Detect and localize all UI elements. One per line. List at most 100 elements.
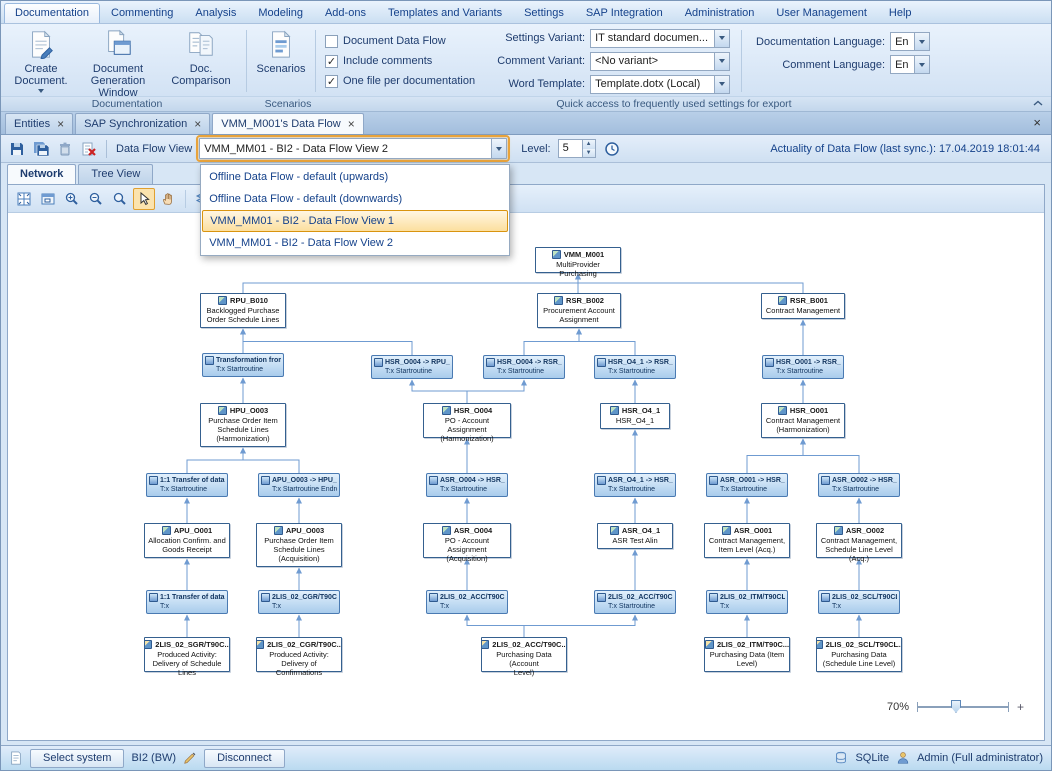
edit-connection-icon[interactable] [183, 751, 197, 765]
select-cursor-icon[interactable] [133, 188, 155, 210]
node-T2[interactable]: HSR_O004 -> RPU_B010T:x Startroutine [371, 355, 453, 379]
document-tab-sap-synchronization[interactable]: SAP Synchronization× [75, 113, 210, 134]
zoom-in-button[interactable]: + [1017, 700, 1024, 714]
ribbon-tab-commenting[interactable]: Commenting [100, 3, 184, 23]
save-all-icon[interactable] [30, 138, 52, 160]
node-T10[interactable]: ASR_O001 -> HSR_O001T:x Startroutine [706, 473, 788, 497]
document-tab-entities[interactable]: Entities× [5, 113, 73, 134]
close-document-icon[interactable]: × [1029, 115, 1045, 134]
node-DS_CGR[interactable]: 2LIS_02_CGR/T90C...Produced Activity:Del… [256, 637, 342, 672]
zoom-in-icon[interactable] [61, 188, 83, 210]
chevron-down-icon[interactable] [914, 33, 929, 50]
node-HSR_O001[interactable]: HSR_O001Contract Management(Harmonizatio… [761, 403, 845, 438]
zoom-slider[interactable] [917, 706, 1009, 708]
select-system-button[interactable]: Select system [30, 749, 124, 768]
node-RPU_B010[interactable]: RPU_B010Backlogged PurchaseOrder Schedul… [200, 293, 286, 328]
node-DS_ACC[interactable]: 2LIS_02_ACC/T90C...Purchasing Data (Acco… [481, 637, 567, 672]
close-tab-icon[interactable]: × [57, 119, 64, 129]
dropdown-item-offline-data-flow-default-downwards[interactable]: Offline Data Flow - default (downwards) [202, 188, 508, 210]
dropdown-item-offline-data-flow-default-upwards[interactable]: Offline Data Flow - default (upwards) [202, 166, 508, 188]
data-flow-view-combo[interactable]: VMM_MM01 - BI2 - Data Flow View 2 [199, 138, 507, 159]
doc-comparison-button[interactable]: Doc. Comparison [159, 26, 243, 90]
node-T6[interactable]: 1:1 Transfer of data from APU...T:x Star… [146, 473, 228, 497]
ribbon-tab-analysis[interactable]: Analysis [184, 3, 247, 23]
checkbox-one-file-per-documentation[interactable]: ✓One file per documentation [325, 75, 475, 88]
ribbon-tab-settings[interactable]: Settings [513, 3, 575, 23]
node-APU_O001[interactable]: APU_O001Allocation Confirm. andGoods Rec… [144, 523, 230, 558]
node-T8[interactable]: ASR_O004 -> HSR_O004T:x Startroutine [426, 473, 508, 497]
fit-to-window-icon[interactable] [13, 188, 35, 210]
dropdown-item-vmm-mm01-bi2-data-flow-view-2[interactable]: VMM_MM01 - BI2 - Data Flow View 2 [202, 232, 508, 254]
remove-view-icon[interactable] [78, 138, 100, 160]
document-generation-window-button[interactable]: Document Generation Window [77, 26, 159, 102]
node-T11[interactable]: ASR_O002 -> HSR_O001T:x Startroutine [818, 473, 900, 497]
ribbon-tab-help[interactable]: Help [878, 3, 923, 23]
ribbon-tab-sap-integration[interactable]: SAP Integration [575, 3, 674, 23]
node-T15[interactable]: 2LIS_02_ACC/T90CLNT090 ->...T:x Startrou… [594, 590, 676, 614]
checkbox-box-icon[interactable] [325, 35, 338, 48]
zoom-original-icon[interactable] [109, 188, 131, 210]
combo-comment-language[interactable]: En [890, 55, 930, 74]
dropdown-item-vmm-mm01-bi2-data-flow-view-1[interactable]: VMM_MM01 - BI2 - Data Flow View 1 [202, 210, 508, 232]
node-DS_SGR[interactable]: 2LIS_02_SGR/T90C...Produced Activity:Del… [144, 637, 230, 672]
node-T16[interactable]: 2LIS_02_ITM/T90CLNT090 ->...T:x [706, 590, 788, 614]
node-T1[interactable]: Transformation from DSO HP...T:x Startro… [202, 353, 284, 377]
close-tab-icon[interactable]: × [348, 119, 355, 129]
node-T3[interactable]: HSR_O004 -> RSR_B002T:x Startroutine [483, 355, 565, 379]
node-T17[interactable]: 2LIS_02_SCL/T90CLNT090 ->...T:x [818, 590, 900, 614]
disconnect-button[interactable]: Disconnect [204, 749, 284, 768]
checkbox-box-icon[interactable]: ✓ [325, 75, 338, 88]
ribbon-tab-user-management[interactable]: User Management [765, 3, 878, 23]
node-T9[interactable]: ASR_O4_1 -> HSR_O4_1T:x Startroutine [594, 473, 676, 497]
checkbox-include-comments[interactable]: ✓Include comments [325, 55, 475, 68]
node-T13[interactable]: 2LIS_02_CGR/T90CLNT090 ->...T:x [258, 590, 340, 614]
ribbon-tab-add-ons[interactable]: Add-ons [314, 3, 377, 23]
checkbox-document-data-flow[interactable]: Document Data Flow [325, 35, 475, 48]
node-HSR_O004[interactable]: HSR_O004PO - Account Assignment(Harmoniz… [423, 403, 511, 438]
node-RSR_B002[interactable]: RSR_B002Procurement AccountAssignment [537, 293, 621, 328]
node-ASR_O001[interactable]: ASR_O001Contract Management,Item Level (… [704, 523, 790, 558]
node-T14[interactable]: 2LIS_02_ACC/T90CLNT090 ->...T:x [426, 590, 508, 614]
ribbon-tab-administration[interactable]: Administration [674, 3, 766, 23]
ribbon-tab-modeling[interactable]: Modeling [247, 3, 314, 23]
node-HPU_O003[interactable]: HPU_O003Purchase Order ItemSchedule Line… [200, 403, 286, 447]
node-T4[interactable]: HSR_O4_1 -> RSR_B002T:x Startroutine [594, 355, 676, 379]
checkbox-box-icon[interactable]: ✓ [325, 55, 338, 68]
node-HSR_O4_1[interactable]: HSR_O4_1HSR_O4_1 [600, 403, 670, 429]
ribbon-tab-templates-and-variants[interactable]: Templates and Variants [377, 3, 513, 23]
pan-hand-icon[interactable] [157, 188, 179, 210]
spinner-up-icon[interactable]: ▲ [583, 140, 595, 149]
view-tab-network[interactable]: Network [7, 164, 76, 184]
create-document-button[interactable]: Create Document. [5, 26, 77, 96]
combo-documentation-language[interactable]: En [890, 32, 930, 51]
node-ASR_O004[interactable]: ASR_O004PO - Account Assignment(Acquisit… [423, 523, 511, 558]
diagram-canvas[interactable]: 70% + VMM_M001MultiProvider PurchasingRP… [8, 213, 1044, 740]
node-T5[interactable]: HSR_O001 -> RSR_B001T:x Startroutine [762, 355, 844, 379]
close-tab-icon[interactable]: × [194, 119, 201, 129]
view-tab-tree-view[interactable]: Tree View [78, 164, 153, 184]
zoom-slider-thumb[interactable] [951, 700, 961, 713]
chevron-down-icon[interactable] [914, 56, 929, 73]
delete-icon[interactable] [54, 138, 76, 160]
combo-word-template[interactable]: Template.dotx (Local) [590, 75, 730, 94]
node-APU_O003[interactable]: APU_O003Purchase Order ItemSchedule Line… [256, 523, 342, 567]
collapse-ribbon-button[interactable] [1025, 98, 1051, 110]
node-ASR_O4_1[interactable]: ASR_O4_1ASR Test Alin [597, 523, 673, 549]
overview-window-icon[interactable] [37, 188, 59, 210]
node-ASR_O002[interactable]: ASR_O002Contract Management,Schedule Lin… [816, 523, 902, 558]
spinner-down-icon[interactable]: ▼ [583, 149, 595, 158]
node-VMM_M001[interactable]: VMM_M001MultiProvider Purchasing [535, 247, 621, 273]
chevron-down-icon[interactable] [491, 139, 506, 158]
scenarios-button[interactable]: Scenarios [250, 26, 312, 78]
node-DS_SCL[interactable]: 2LIS_02_SCL/T90CL...Purchasing Data(Sche… [816, 637, 902, 672]
combo-comment-variant[interactable]: <No variant> [590, 52, 730, 71]
chevron-down-icon[interactable] [714, 53, 729, 70]
clock-icon[interactable] [601, 138, 623, 160]
node-T7[interactable]: APU_O003 -> HPU_O003T:x Startroutine End… [258, 473, 340, 497]
zoom-out-icon[interactable] [85, 188, 107, 210]
level-spinner[interactable]: 5 ▲▼ [558, 139, 596, 158]
node-DS_ITM[interactable]: 2LIS_02_ITM/T90C...Purchasing Data (Item… [704, 637, 790, 672]
chevron-down-icon[interactable] [714, 76, 729, 93]
chevron-down-icon[interactable] [714, 30, 729, 47]
ribbon-tab-documentation[interactable]: Documentation [4, 3, 100, 23]
